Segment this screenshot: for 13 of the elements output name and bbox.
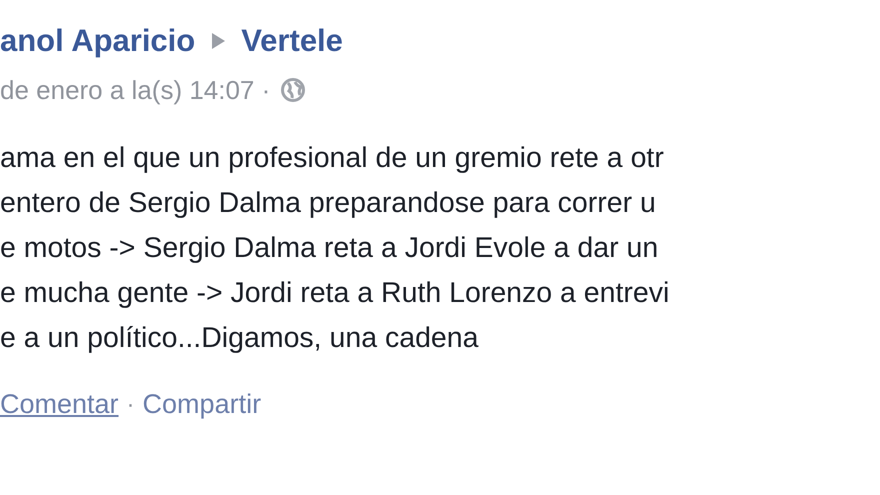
triangle-icon xyxy=(209,31,228,51)
author-name-link[interactable]: anol Aparicio xyxy=(0,23,196,59)
post-text-line: e a un político...Digamos, una cadena xyxy=(0,321,478,356)
page-name-link[interactable]: Vertele xyxy=(241,23,343,59)
action-link[interactable]: Compartir xyxy=(142,389,262,420)
globe-icon[interactable] xyxy=(280,77,306,103)
timestamp-link[interactable]: de enero a la(s) 14:07 · xyxy=(0,74,270,106)
separator-dot: · xyxy=(126,390,135,418)
action-link[interactable]: Comentar xyxy=(0,389,119,420)
post-text-line: ama en el que un profesional de un gremio rete a otr xyxy=(0,141,664,176)
post-text-line: e mucha gente -> Jordi reta a Ruth Lorenzo a entrevi xyxy=(0,276,670,311)
post-text-line: entero de Sergio Dalma preparandose para correr u xyxy=(0,186,656,221)
post-text-line: e motos -> Sergio Dalma reta a Jordi Evole a dar un xyxy=(0,231,658,266)
